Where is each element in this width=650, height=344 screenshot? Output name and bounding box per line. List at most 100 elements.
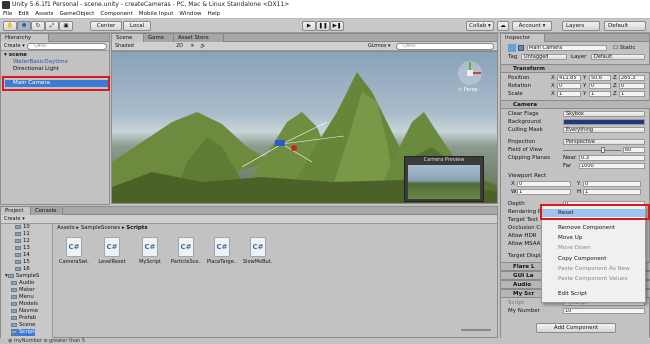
tree-item[interactable]: 15	[15, 259, 30, 266]
asset-item[interactable]: C# SlowMoBut...	[243, 237, 273, 277]
scale-x-field[interactable]: 1	[557, 91, 581, 97]
menu-item-paste-values[interactable]: Paste Component Values	[542, 275, 645, 283]
tree-item[interactable]: Mater	[11, 287, 35, 294]
culling-mask-dropdown[interactable]: Everything	[563, 127, 645, 133]
menu-window[interactable]: Window	[176, 10, 204, 19]
menu-component[interactable]: Component	[97, 10, 135, 19]
menu-item-paste-as-new[interactable]: Paste Component As New	[542, 265, 645, 273]
icon-size-slider[interactable]	[461, 329, 491, 331]
menu-file[interactable]: File	[0, 10, 15, 19]
tree-item[interactable]: Scene	[11, 322, 35, 329]
pivot-center-button[interactable]: Center	[90, 21, 122, 31]
tree-item[interactable]: ▾ SampleS	[5, 273, 39, 280]
tab-game[interactable]: Game	[144, 34, 174, 42]
menu-gameobject[interactable]: GameObject	[56, 10, 97, 19]
projection-dropdown[interactable]: Perspective	[563, 139, 645, 145]
rotation-z-field[interactable]: 0	[619, 83, 645, 89]
tree-item[interactable]: 10	[15, 224, 30, 231]
2d-toggle[interactable]: 2D	[176, 43, 183, 50]
active-checkbox[interactable]	[517, 45, 524, 51]
scene-search-input[interactable]: Q▾All	[396, 43, 494, 50]
viewport-w-field[interactable]: 1	[517, 189, 571, 195]
scale-z-field[interactable]: 1	[619, 91, 645, 97]
tree-item[interactable]: Prefab	[11, 315, 36, 322]
layers-dropdown[interactable]: Layers	[562, 21, 600, 31]
menu-edit[interactable]: Edit	[15, 10, 32, 19]
shading-dropdown[interactable]: Shaded	[115, 43, 134, 50]
position-y-field[interactable]: 50.6	[589, 75, 611, 81]
pause-icon[interactable]: ❚❚	[316, 21, 330, 31]
fov-slider-track[interactable]	[563, 150, 621, 151]
position-x-field[interactable]: 411.85	[557, 75, 581, 81]
menu-item-copy-component[interactable]: Copy Component	[542, 255, 645, 263]
menu-mobile-input[interactable]: Mobile Input	[136, 10, 177, 19]
asset-item[interactable]: C# MyScript	[135, 237, 165, 277]
scale-tool-icon[interactable]: ⤢	[45, 21, 59, 31]
add-component-button[interactable]: Add Component	[536, 323, 616, 333]
scene-root[interactable]: ▾ scene	[4, 52, 27, 59]
my-number-field[interactable]: 10	[563, 308, 645, 314]
rotate-tool-icon[interactable]: ↻	[31, 21, 45, 31]
clear-flags-dropdown[interactable]: Skybox	[563, 111, 645, 117]
viewport-h-field[interactable]: 1	[583, 189, 641, 195]
tree-item[interactable]: 12	[15, 238, 30, 245]
tab-project[interactable]: Project	[1, 207, 31, 215]
tree-item[interactable]: Navme	[11, 308, 38, 315]
tree-item-selected[interactable]: Script	[11, 329, 35, 336]
persp-label[interactable]: < Persp	[458, 87, 478, 93]
rect-tool-icon[interactable]: ▣	[59, 21, 73, 31]
tree-item[interactable]: Models	[11, 301, 38, 308]
tree-item[interactable]: 16	[15, 266, 30, 273]
menu-item-remove-component[interactable]: Remove Component	[542, 224, 645, 232]
viewport-x-field[interactable]: 0	[517, 181, 571, 187]
step-icon[interactable]: ▶❚	[330, 21, 344, 31]
position-z-field[interactable]: 285.3	[619, 75, 645, 81]
tab-scene[interactable]: Scene	[112, 34, 144, 42]
rotation-y-field[interactable]: 0	[589, 83, 611, 89]
menu-item-move-down[interactable]: Move Down	[542, 244, 645, 252]
near-field[interactable]: 0.3	[579, 155, 645, 161]
tab-asset-store[interactable]: Asset Store	[174, 34, 224, 42]
menu-item-move-up[interactable]: Move Up	[542, 234, 645, 242]
hierarchy-item-water[interactable]: WaterBasicDaytime	[13, 59, 68, 66]
cloud-icon[interactable]: ☁	[497, 21, 509, 31]
fov-field[interactable]: 60	[623, 147, 645, 153]
static-checkbox[interactable]: ☐ Static	[613, 44, 635, 52]
object-name-field[interactable]: Main Camera	[527, 45, 607, 51]
hierarchy-create-button[interactable]: Create ▾	[4, 43, 25, 50]
menu-help[interactable]: Help	[204, 10, 223, 19]
lighting-icon[interactable]: ☀	[190, 43, 194, 50]
collab-button[interactable]: Collab ▾	[466, 21, 494, 31]
viewport-y-field[interactable]: 0	[583, 181, 641, 187]
hierarchy-item-light[interactable]: Directional Light	[13, 66, 59, 73]
tree-item[interactable]: Audio	[11, 280, 34, 287]
tab-console[interactable]: Console	[31, 207, 63, 215]
tree-item[interactable]: Menu	[11, 294, 34, 301]
audio-icon[interactable]: 🔊	[200, 43, 206, 50]
breadcrumb-samplescenes[interactable]: SampleScenes	[81, 225, 120, 231]
layer-dropdown[interactable]: Default	[591, 54, 645, 60]
background-color-swatch[interactable]	[563, 119, 645, 125]
tree-item[interactable]: 13	[15, 245, 30, 252]
asset-item[interactable]: C# LevelReset	[97, 237, 127, 277]
project-create-button[interactable]: Create ▾	[4, 216, 25, 223]
tab-hierarchy[interactable]: Hierarchy	[1, 34, 49, 42]
tag-dropdown[interactable]: Untagged	[521, 54, 567, 60]
transform-header[interactable]: Transform	[501, 64, 650, 73]
layout-dropdown[interactable]: Default	[604, 21, 646, 31]
hierarchy-search-input[interactable]: Q▾All	[27, 43, 107, 50]
tree-item[interactable]: 11	[15, 231, 30, 238]
account-button[interactable]: Account ▾	[512, 21, 552, 31]
gizmos-dropdown[interactable]: Gizmos ▾	[368, 43, 391, 50]
menu-assets[interactable]: Assets	[32, 10, 56, 19]
asset-item[interactable]: C# CameraSwi...	[59, 237, 89, 277]
asset-item[interactable]: C# PlaceTarge...	[207, 237, 237, 277]
scale-y-field[interactable]: 1	[589, 91, 611, 97]
move-tool-icon[interactable]: ✥	[17, 21, 31, 31]
camera-header[interactable]: Camera	[501, 100, 650, 109]
play-icon[interactable]: ▶	[302, 21, 316, 31]
breadcrumb-assets[interactable]: Assets	[57, 225, 75, 231]
hand-tool-icon[interactable]: ✋	[3, 21, 17, 31]
pivot-local-button[interactable]: Local	[123, 21, 151, 31]
asset-item[interactable]: C# ParticleSce...	[171, 237, 201, 277]
